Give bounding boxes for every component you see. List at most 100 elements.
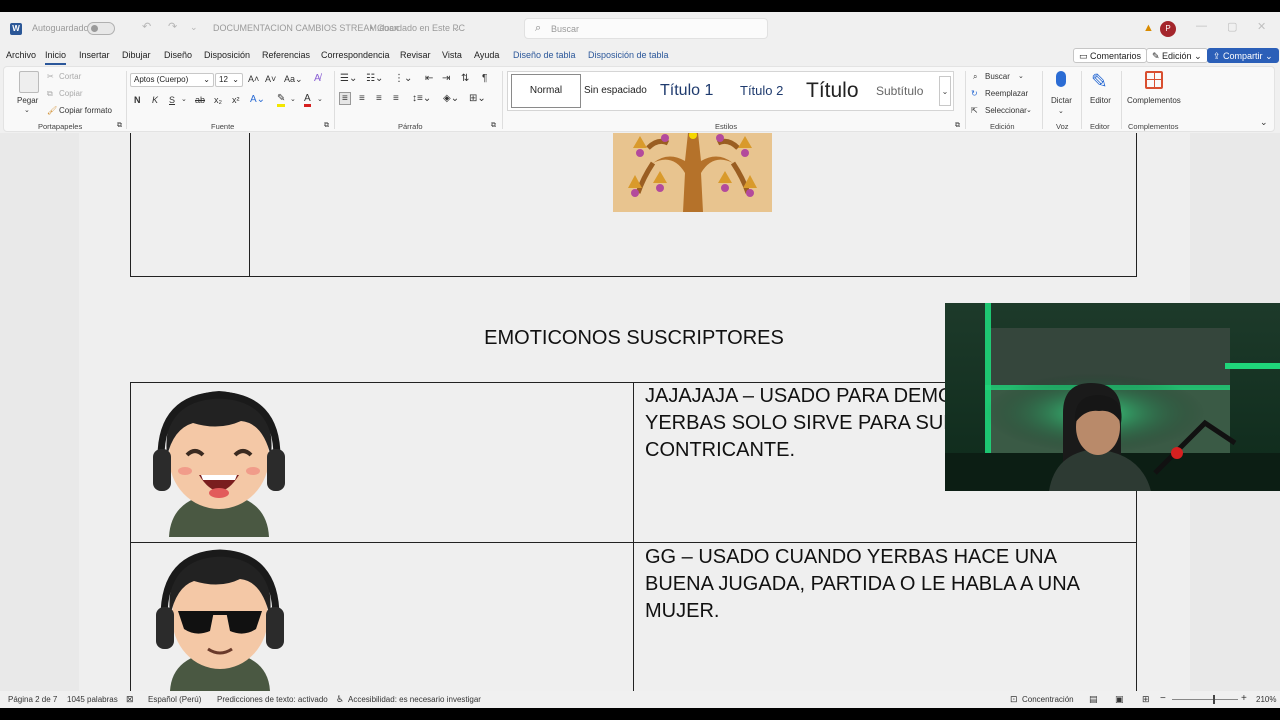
copy-icon[interactable]: ⧉	[47, 89, 53, 99]
zoom-slider[interactable]	[1172, 699, 1238, 700]
italic-button[interactable]: K	[152, 95, 158, 105]
align-center-icon[interactable]: ≡	[359, 93, 365, 104]
collapse-ribbon-icon[interactable]: ⌄	[1260, 117, 1268, 128]
sunglasses-emote-image[interactable]	[154, 545, 286, 691]
bold-button[interactable]: N	[134, 95, 141, 105]
select-icon[interactable]: ⇱	[971, 106, 978, 115]
font-color-icon[interactable]: A	[304, 93, 311, 107]
editing-mode-button[interactable]: ✎ Edición ⌄	[1146, 48, 1208, 63]
shrink-font-icon[interactable]: A˅	[265, 74, 276, 84]
numbering-icon[interactable]: ☷⌄	[366, 73, 383, 84]
font-color-chevron-icon[interactable]: ⌄	[317, 95, 323, 103]
shading-icon[interactable]: ◈⌄	[443, 93, 459, 104]
save-status[interactable]: Guardado en Este PC	[377, 23, 465, 33]
sort-icon[interactable]: ⇅	[461, 73, 469, 84]
align-right-icon[interactable]: ≡	[376, 93, 382, 104]
style-subtitulo[interactable]: Subtítulo	[876, 72, 923, 110]
zoom-level[interactable]: 210%	[1256, 695, 1276, 704]
replace-icon[interactable]: ↻	[971, 89, 978, 98]
underline-button[interactable]: S	[169, 95, 175, 105]
format-painter-button[interactable]: Copiar formato	[59, 106, 112, 115]
find-icon[interactable]: ⌕	[973, 72, 977, 82]
avatar[interactable]: P	[1160, 21, 1176, 37]
find-chevron-icon[interactable]: ⌄	[1018, 72, 1024, 80]
dictate-chevron-icon[interactable]: ⌄	[1058, 107, 1064, 115]
redo-icon[interactable]: ↷	[168, 20, 177, 33]
tab-ayuda[interactable]: Ayuda	[474, 50, 499, 60]
minimize-icon[interactable]: —	[1196, 20, 1207, 32]
justify-icon[interactable]: ≡	[393, 93, 399, 104]
select-chevron-icon[interactable]: ⌄	[1026, 106, 1032, 114]
paste-button[interactable]: Pegar	[17, 96, 38, 105]
font-launcher-icon[interactable]: ⧉	[324, 122, 329, 130]
cut-button[interactable]: Cortar	[59, 72, 81, 81]
align-left-icon[interactable]: ≡	[339, 92, 351, 105]
format-painter-icon[interactable]: 🖌	[47, 106, 57, 115]
zoom-out-icon[interactable]: −	[1160, 693, 1166, 704]
dictate-button[interactable]: Dictar	[1051, 96, 1072, 105]
paste-chevron-icon[interactable]: ⌄	[24, 106, 30, 114]
search-box[interactable]: ⌕ Buscar	[524, 18, 768, 39]
strikethrough-icon[interactable]: ab	[195, 95, 205, 105]
addins-button[interactable]: Complementos	[1127, 96, 1181, 105]
tab-insertar[interactable]: Insertar	[79, 50, 110, 60]
line-spacing-icon[interactable]: ↕≡⌄	[412, 93, 431, 104]
tab-disposicion[interactable]: Disposición	[204, 50, 250, 60]
bullets-icon[interactable]: ☰⌄	[340, 73, 357, 84]
print-layout-icon[interactable]: ▣	[1115, 694, 1124, 705]
editor-icon[interactable]: ✎	[1091, 69, 1108, 94]
qat-customize-icon[interactable]: ⌄	[190, 22, 198, 33]
word-count[interactable]: 1045 palabras	[67, 695, 118, 704]
laughing-emote-image[interactable]	[151, 385, 287, 537]
save-status-chevron-icon[interactable]: ⌄	[453, 23, 461, 34]
increase-indent-icon[interactable]: ⇥	[442, 73, 450, 84]
proofing-icon[interactable]: ⊠	[126, 694, 134, 705]
focus-icon[interactable]: ⊡	[1010, 694, 1018, 705]
tab-diseno-de-tabla[interactable]: Diseño de tabla	[513, 50, 576, 60]
subscript-icon[interactable]: x₂	[214, 95, 222, 105]
zoom-slider-thumb[interactable]	[1213, 695, 1215, 704]
text-predictions-status[interactable]: Predicciones de texto: activado	[217, 695, 328, 704]
warning-icon[interactable]: ▲	[1143, 22, 1154, 34]
accessibility-status[interactable]: Accesibilidad: es necesario investigar	[348, 695, 481, 704]
language-indicator[interactable]: Español (Perú)	[148, 695, 201, 704]
borders-icon[interactable]: ⊞⌄	[469, 93, 486, 104]
tab-disposicion-de-tabla[interactable]: Disposición de tabla	[588, 50, 669, 60]
tab-vista[interactable]: Vista	[442, 50, 462, 60]
tab-diseno[interactable]: Diseño	[164, 50, 192, 60]
accessibility-icon[interactable]: ♿	[336, 694, 344, 705]
find-button[interactable]: Buscar	[985, 72, 1010, 81]
styles-more-icon[interactable]: ⌄	[939, 76, 951, 106]
cut-icon[interactable]: ✂	[47, 72, 54, 81]
tab-archivo[interactable]: Archivo	[6, 50, 36, 60]
clipboard-launcher-icon[interactable]: ⧉	[117, 122, 122, 130]
superscript-icon[interactable]: x²	[232, 95, 240, 105]
select-button[interactable]: Seleccionar	[985, 106, 1027, 115]
text-effects-icon[interactable]: A⌄	[250, 94, 265, 105]
share-button[interactable]: ⇪ Compartir ⌄	[1207, 48, 1279, 63]
tree-emote-image[interactable]	[613, 133, 772, 212]
editor-button[interactable]: Editor	[1090, 96, 1111, 105]
restore-icon[interactable]: ▢	[1227, 20, 1237, 33]
focus-mode-button[interactable]: Concentración	[1022, 695, 1074, 704]
highlight-chevron-icon[interactable]: ⌄	[290, 95, 296, 103]
highlight-icon[interactable]: ✎	[277, 93, 286, 107]
underline-chevron-icon[interactable]: ⌄	[181, 95, 187, 103]
page-indicator[interactable]: Página 2 de 7	[8, 695, 57, 704]
style-titulo-2[interactable]: Título 2	[740, 72, 783, 110]
style-normal[interactable]: Normal	[511, 74, 581, 108]
read-mode-icon[interactable]: ▤	[1089, 694, 1098, 705]
copy-button[interactable]: Copiar	[59, 89, 83, 98]
font-family-select[interactable]: Aptos (Cuerpo) ⌄	[130, 73, 214, 87]
microphone-icon[interactable]	[1056, 71, 1066, 87]
replace-button[interactable]: Reemplazar	[985, 89, 1028, 98]
paragraph-launcher-icon[interactable]: ⧉	[491, 122, 496, 130]
change-case-icon[interactable]: Aa⌄	[284, 74, 303, 85]
tab-inicio[interactable]: Inicio	[45, 50, 66, 60]
grow-font-icon[interactable]: A˄	[248, 74, 259, 84]
addins-icon[interactable]	[1145, 71, 1163, 89]
undo-icon[interactable]: ↶	[142, 20, 151, 33]
style-titulo-1[interactable]: Título 1	[660, 72, 713, 110]
show-formatting-icon[interactable]: ¶	[482, 73, 487, 84]
zoom-in-icon[interactable]: +	[1241, 693, 1247, 704]
